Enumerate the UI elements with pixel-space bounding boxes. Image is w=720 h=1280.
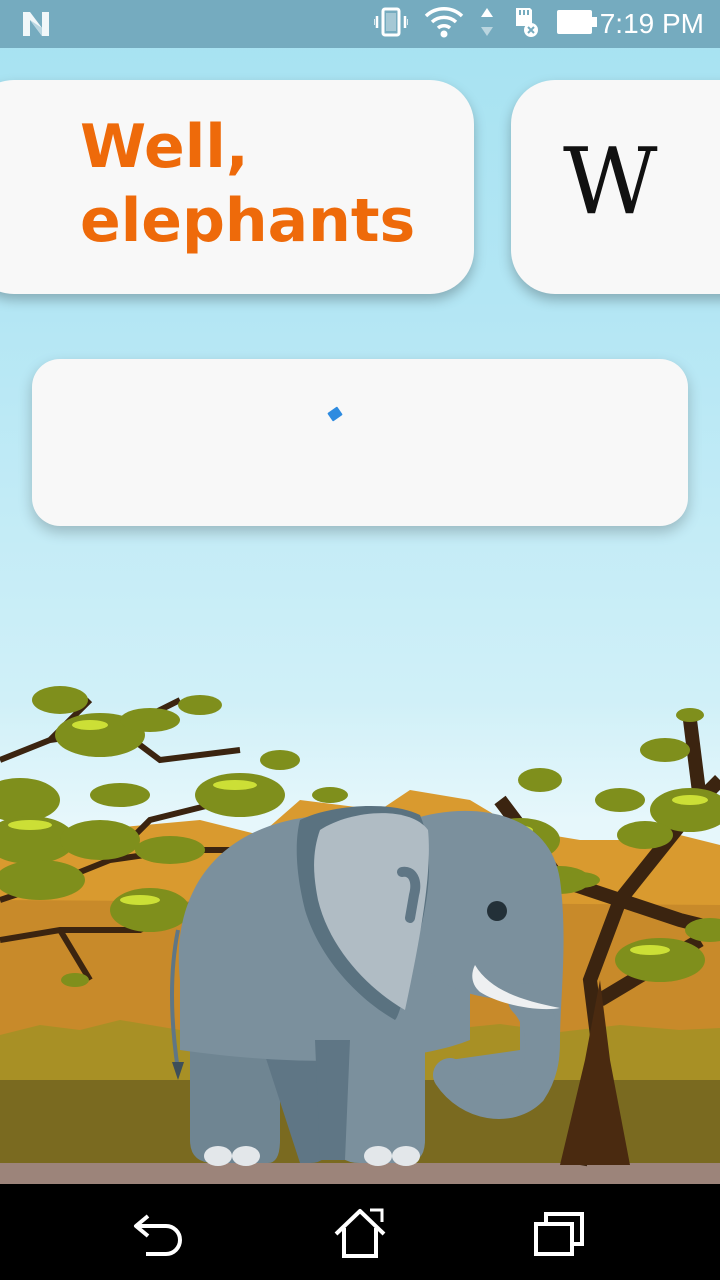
vibrate-icon bbox=[373, 7, 409, 41]
content-card bbox=[32, 359, 688, 526]
home-icon bbox=[334, 1208, 386, 1258]
title-card[interactable]: Well, elephants bbox=[0, 80, 474, 294]
battery-icon bbox=[556, 8, 598, 40]
back-icon bbox=[134, 1214, 182, 1256]
data-arrows-icon bbox=[480, 6, 494, 42]
savanna-illustration bbox=[0, 640, 720, 1185]
ground-strip bbox=[0, 1163, 720, 1185]
status-bar: 7:19 PM bbox=[0, 0, 720, 48]
recents-icon bbox=[534, 1212, 584, 1256]
elephant bbox=[169, 805, 564, 1166]
page-title: Well, elephants bbox=[80, 110, 460, 258]
wikipedia-logo-icon: W bbox=[563, 128, 658, 235]
back-button[interactable] bbox=[130, 1206, 190, 1262]
recents-button[interactable] bbox=[530, 1206, 590, 1262]
title-line-2: elephants bbox=[80, 186, 416, 256]
screen: 7:19 PM Well, elephants W bbox=[0, 0, 720, 1280]
wifi-icon bbox=[424, 6, 464, 42]
home-button[interactable] bbox=[330, 1206, 390, 1262]
sd-card-icon bbox=[510, 6, 540, 42]
n-logo-icon bbox=[20, 10, 52, 42]
title-line-1: Well, bbox=[80, 112, 249, 182]
loading-spinner-icon bbox=[327, 406, 343, 422]
wikipedia-card[interactable]: W bbox=[511, 80, 720, 294]
clock: 7:19 PM bbox=[599, 8, 704, 39]
navigation-bar bbox=[0, 1184, 720, 1280]
status-icons bbox=[373, 6, 598, 42]
